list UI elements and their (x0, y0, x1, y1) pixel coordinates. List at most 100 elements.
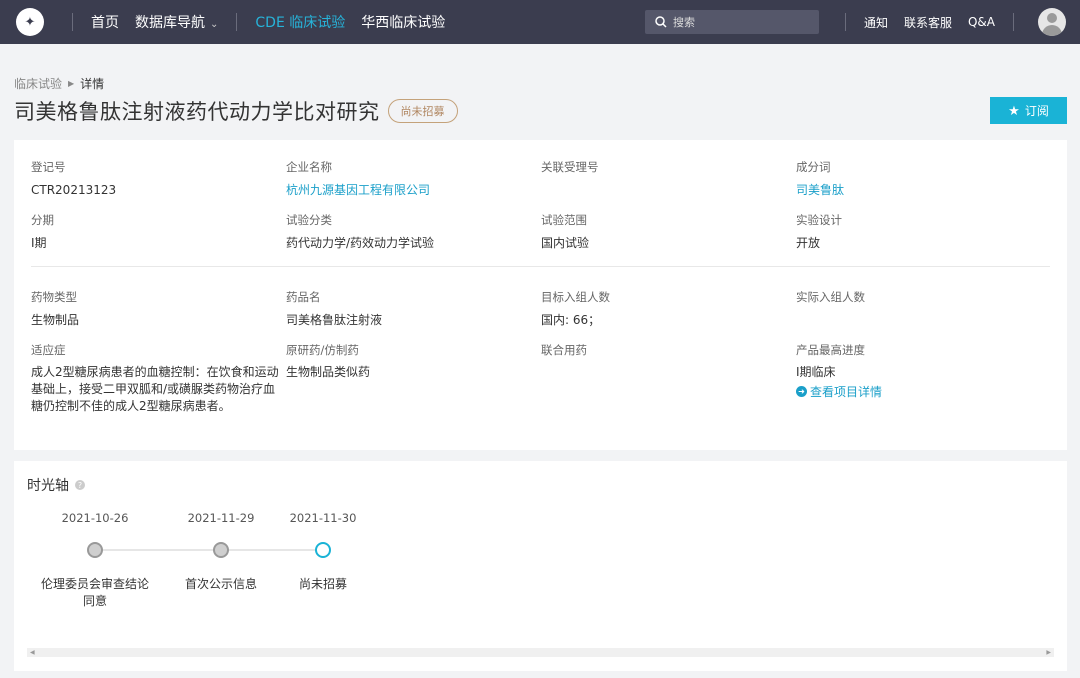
field-value: 药代动力学/药效动力学试验 (286, 236, 435, 250)
top-nav-bar: ✦ 首页 数据库导航 ⌄ CDE 临床试验 华西临床试验 通知 联系客服 Q&A (0, 0, 1080, 44)
field-label: 产品最高进度 (796, 343, 865, 357)
notifications-link[interactable]: 通知 (864, 14, 888, 31)
customer-service-link[interactable]: 联系客服 (904, 14, 952, 31)
scroll-right-icon[interactable]: ▶ (1046, 649, 1051, 656)
star-icon: ★ (1008, 102, 1020, 118)
company-link[interactable]: 杭州九源基因工程有限公司 (286, 182, 541, 199)
field-label: 实际入组人数 (796, 290, 865, 304)
nav-database-label: 数据库导航 (135, 15, 205, 31)
field-drug-type: 药物类型 生物制品 (31, 289, 286, 329)
view-project-details-link[interactable]: ➜ 查看项目详情 (796, 383, 1051, 400)
field-label: 试验范围 (541, 213, 587, 227)
field-label: 原研药/仿制药 (286, 343, 359, 357)
logo-icon[interactable]: ✦ (16, 8, 44, 36)
details-row: 分期 I期 试验分类 药代动力学/药效动力学试验 试验范围 国内试验 实验设计 … (31, 212, 1051, 252)
timeline-label: 尚未招募 (298, 577, 347, 591)
timeline-node-current[interactable] (315, 542, 331, 558)
breadcrumb-arrow-icon: ▶ (68, 79, 75, 88)
field-label: 适应症 (31, 343, 66, 357)
subscribe-button[interactable]: ★ 订阅 (990, 97, 1067, 124)
field-combo: 联合用药 (541, 342, 796, 415)
field-actual-enroll: 实际入组人数 (796, 289, 1051, 329)
nav-divider (844, 13, 846, 31)
field-label: 药品名 (286, 290, 321, 304)
field-label: 联合用药 (541, 343, 587, 357)
field-scope: 试验范围 国内试验 (541, 212, 796, 252)
help-icon[interactable]: ? (75, 480, 85, 490)
field-value: 国内试验 (541, 236, 590, 250)
field-phase: 分期 I期 (31, 212, 286, 252)
field-value: 成人2型糖尿病患者的血糖控制：在饮食和运动基础上，接受二甲双胍和/或磺脲类药物治… (31, 365, 279, 413)
field-value: 生物制品 (31, 313, 80, 327)
field-label: 分期 (31, 213, 54, 227)
timeline-title: 时光轴 ? (27, 475, 85, 495)
field-target-enroll: 目标入组人数 国内: 66； (541, 289, 796, 329)
page-title: 司美格鲁肽注射液药代动力学比对研究 (14, 100, 380, 124)
user-avatar[interactable] (1038, 8, 1066, 36)
field-value: 司美格鲁肽注射液 (286, 313, 383, 327)
details-row: 药物类型 生物制品 药品名 司美格鲁肽注射液 目标入组人数 国内: 66； 实际… (31, 289, 1051, 329)
field-value: 生物制品类似药 (286, 365, 371, 379)
field-label: 试验分类 (286, 213, 332, 227)
field-value: CTR20213123 (31, 183, 117, 197)
timeline-track (96, 549, 322, 551)
field-label: 企业名称 (286, 160, 332, 174)
scroll-left-icon[interactable]: ◀ (30, 649, 35, 656)
view-project-details-label: 查看项目详情 (810, 385, 883, 399)
search-input[interactable] (672, 15, 803, 29)
nav-divider (72, 13, 73, 31)
field-original: 原研药/仿制药 生物制品类似药 (286, 342, 541, 415)
timeline-date: 2021-11-30 (289, 511, 357, 525)
ingredient-link[interactable]: 司美鲁肽 (796, 182, 1051, 199)
field-label: 成分词 (796, 160, 831, 174)
breadcrumb-parent[interactable]: 临床试验 (14, 75, 62, 92)
field-label: 药物类型 (31, 290, 77, 304)
timeline-card: 时光轴 ? 2021-10-26 2021-11-29 2021-11-30 伦… (14, 461, 1067, 671)
field-value: I期 (31, 236, 47, 250)
qa-link[interactable]: Q&A (968, 15, 995, 29)
details-row: 登记号 CTR20213123 企业名称 杭州九源基因工程有限公司 关联受理号 … (31, 159, 1051, 199)
chevron-down-icon: ⌄ (210, 19, 219, 30)
field-company: 企业名称 杭州九源基因工程有限公司 (286, 159, 541, 199)
field-acceptance-no: 关联受理号 (541, 159, 796, 199)
timeline-node[interactable] (213, 542, 229, 558)
breadcrumb-current: 详情 (80, 77, 105, 91)
timeline-date: 2021-10-26 (61, 511, 129, 525)
status-badge: 尚未招募 (387, 99, 458, 123)
search-box[interactable] (644, 10, 819, 34)
nav-huaxi-trials[interactable]: 华西临床试验 (361, 12, 445, 32)
field-indication: 适应症 成人2型糖尿病患者的血糖控制：在饮食和运动基础上，接受二甲双胍和/或磺脲… (31, 342, 286, 415)
trial-details-card: 登记号 CTR20213123 企业名称 杭州九源基因工程有限公司 关联受理号 … (14, 140, 1067, 450)
section-divider (31, 266, 1050, 267)
field-value: I期临床 (796, 365, 836, 379)
nav-divider (236, 13, 238, 31)
timeline-label: 首次公示信息 (184, 577, 257, 591)
timeline-title-text: 时光轴 (27, 478, 69, 494)
arrow-right-circle-icon: ➜ (796, 386, 807, 397)
subscribe-label: 订阅 (1024, 104, 1049, 118)
field-drug-name: 药品名 司美格鲁肽注射液 (286, 289, 541, 329)
field-trial-type: 试验分类 药代动力学/药效动力学试验 (286, 212, 541, 252)
timeline-label: 伦理委员会审查结论同意 (40, 577, 149, 608)
details-row: 适应症 成人2型糖尿病患者的血糖控制：在饮食和运动基础上，接受二甲双胍和/或磺脲… (31, 342, 1051, 415)
nav-cde-trials[interactable]: CDE 临床试验 (255, 12, 345, 32)
field-value: 开放 (796, 236, 821, 250)
field-progress: 产品最高进度 I期临床 ➜ 查看项目详情 (796, 342, 1051, 415)
title-row: 司美格鲁肽注射液药代动力学比对研究 尚未招募 (14, 96, 458, 126)
nav-divider (1013, 13, 1014, 31)
field-design: 实验设计 开放 (796, 212, 1051, 252)
nav-database-dropdown[interactable]: 数据库导航 ⌄ (135, 12, 218, 32)
timeline-node[interactable] (87, 542, 103, 558)
nav-home[interactable]: 首页 (91, 12, 119, 32)
field-ingredient: 成分词 司美鲁肽 (796, 159, 1051, 199)
search-icon (655, 16, 667, 28)
field-label: 实验设计 (796, 213, 842, 227)
horizontal-scrollbar[interactable]: ◀ ▶ (27, 648, 1054, 657)
breadcrumb: 临床试验 ▶ 详情 (14, 75, 104, 92)
field-label: 目标入组人数 (541, 290, 610, 304)
field-label: 登记号 (31, 160, 66, 174)
timeline-date: 2021-11-29 (187, 511, 255, 525)
field-value: 国内: 66； (541, 313, 601, 327)
field-label: 关联受理号 (541, 160, 599, 174)
field-reg-no: 登记号 CTR20213123 (31, 159, 286, 199)
